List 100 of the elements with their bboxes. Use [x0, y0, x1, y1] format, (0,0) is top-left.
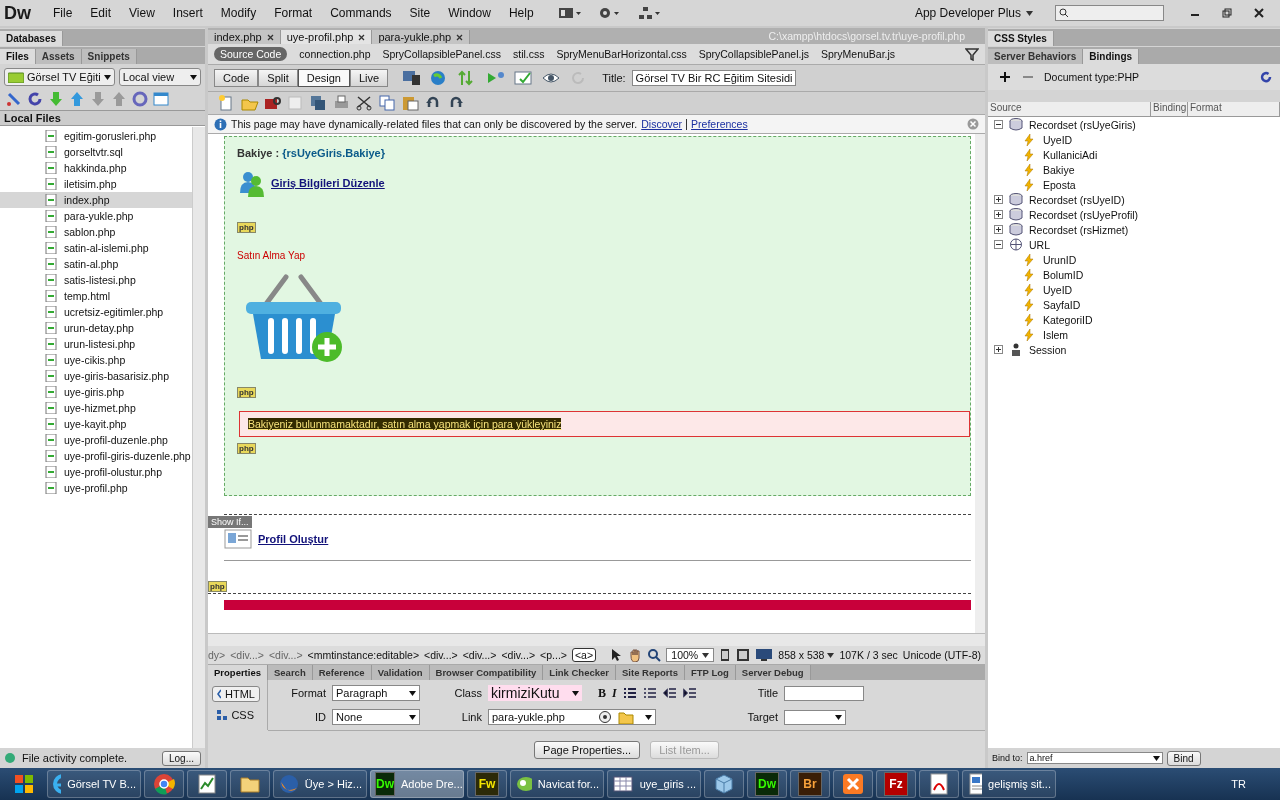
tag-selector-item[interactable]: <p...> [540, 649, 567, 661]
tree-row[interactable]: urun-detay.php [0, 320, 192, 336]
taskbar-button[interactable]: Fz [876, 770, 916, 798]
taskbar-button[interactable]: Navicat for... [510, 770, 604, 798]
binding-item[interactable]: Eposta [1043, 178, 1076, 191]
tree-row[interactable]: iletisim.php [0, 176, 192, 192]
bind-to-dropdown[interactable]: a.href [1026, 752, 1163, 764]
tree-row[interactable]: egitim-gorusleri.php [0, 128, 192, 144]
tree-row[interactable]: satis-listesi.php [0, 272, 192, 288]
tree-row[interactable]: uye-giris-basarisiz.php [0, 368, 192, 384]
tree-row[interactable]: hakkinda.php [0, 160, 192, 176]
hand-icon[interactable] [628, 648, 643, 662]
menu-item[interactable]: Commands [322, 6, 400, 20]
tree-row[interactable]: uye-profil-duzenle.php [0, 432, 192, 448]
numbered-list-icon[interactable] [642, 687, 657, 699]
bind-button[interactable]: Bind [1166, 750, 1201, 766]
title-field[interactable]: Görsel TV Bir RC Eğitim Sitesidi [631, 70, 797, 86]
taskbar-button[interactable]: Dw Adobe Dre... [370, 770, 464, 798]
plus-icon[interactable] [1000, 71, 1012, 83]
taskbar-button[interactable] [833, 770, 873, 798]
taskbar-button[interactable] [704, 770, 744, 798]
tag-selector-item[interactable]: <mmtinstance:editable> [307, 649, 420, 661]
gear-icon[interactable] [597, 6, 622, 20]
tree-row[interactable]: sablon.php [0, 224, 192, 240]
info-link[interactable]: Preferences [691, 118, 748, 130]
language-indicator[interactable]: TR [1231, 778, 1276, 790]
copy-icon[interactable] [379, 95, 397, 111]
save-all-icon[interactable] [310, 95, 328, 111]
refresh-icon[interactable] [27, 91, 43, 107]
site-dropdown[interactable]: Görsel TV Eğiti [4, 68, 115, 86]
panel-tab[interactable]: Validation [371, 665, 430, 680]
menu-item[interactable]: File [45, 6, 81, 20]
expander-icon[interactable] [994, 195, 1003, 204]
tree-row[interactable]: urun-listesi.php [0, 336, 192, 352]
expander-icon[interactable] [994, 210, 1003, 219]
tablet-icon[interactable] [736, 648, 751, 662]
tree-row[interactable]: para-yukle.php [0, 208, 192, 224]
menu-item[interactable]: Help [500, 6, 542, 20]
outdent-icon[interactable] [662, 687, 677, 699]
indent-icon[interactable] [682, 687, 697, 699]
menu-item[interactable]: Insert [164, 6, 211, 20]
check-in-icon[interactable] [111, 91, 127, 107]
related-file-link[interactable]: SpryMenuBar.js [820, 48, 896, 60]
binding-item[interactable]: BolumID [1043, 268, 1084, 281]
panel-tab[interactable]: Properties [208, 665, 268, 680]
menu-item[interactable]: Edit [82, 6, 120, 20]
column-header[interactable]: Binding [1151, 102, 1188, 116]
format-dropdown[interactable]: Paragraph [332, 685, 420, 701]
title-input[interactable] [784, 685, 864, 701]
menu-item[interactable]: Site [401, 6, 439, 20]
related-file-link[interactable]: connection.php [299, 48, 371, 60]
tree-row[interactable]: uye-hizmet.php [0, 400, 192, 416]
tree-row[interactable]: uye-kayit.php [0, 416, 192, 432]
related-file-link[interactable]: SpryMenuBarHorizontal.css [556, 48, 687, 60]
binding-item[interactable]: KullaniciAdi [1043, 148, 1098, 161]
css-button[interactable]: CSS [212, 708, 258, 722]
close-icon[interactable] [266, 33, 274, 41]
italic-button[interactable]: I [612, 685, 617, 701]
binding-item[interactable]: Session [1029, 343, 1067, 356]
taskbar-button[interactable]: gelişmiş sit... [962, 770, 1056, 798]
check-out-icon[interactable] [90, 91, 106, 107]
expander-icon[interactable] [994, 225, 1003, 234]
binding-item[interactable]: Recordset (rsUyeGiris) [1029, 118, 1136, 131]
expander-icon[interactable] [994, 345, 1003, 354]
browse-icon[interactable] [264, 95, 282, 111]
site-icon[interactable] [637, 6, 662, 20]
binding-item[interactable]: UyeID [1043, 283, 1073, 296]
view-button[interactable]: Code [214, 69, 259, 87]
related-file-link[interactable]: stil.css [513, 48, 545, 60]
connect-icon[interactable] [6, 91, 22, 107]
class-dropdown[interactable]: kirmiziKutu [488, 685, 582, 701]
tree-row[interactable]: ucretsiz-egitimler.php [0, 304, 192, 320]
panel-tab[interactable]: CSS Styles [988, 31, 1054, 46]
binding-item[interactable]: Recordset (rsUyeProfil) [1029, 208, 1139, 221]
binding-item[interactable]: URL [1029, 238, 1050, 251]
binding-item[interactable]: Recordset (rsHizmet) [1029, 223, 1129, 236]
bullet-list-icon[interactable] [622, 687, 637, 699]
expander-icon[interactable] [994, 120, 1003, 129]
panel-tab[interactable]: Reference [312, 665, 372, 680]
panel-tab[interactable]: Files [0, 49, 36, 64]
zoom-dropdown[interactable]: 100% [666, 648, 715, 662]
menu-item[interactable]: Modify [212, 6, 265, 20]
related-file-link[interactable]: SpryCollapsiblePanel.css [382, 48, 501, 60]
panel-tab[interactable]: Snippets [81, 49, 137, 64]
layout-icon[interactable] [557, 6, 582, 20]
binding-item[interactable]: Recordset (rsUyeID) [1029, 193, 1125, 206]
taskbar-button[interactable]: Üye > Hiz... [273, 770, 367, 798]
view-button[interactable]: Live [349, 69, 389, 87]
phone-icon[interactable] [719, 648, 732, 662]
tree-row[interactable]: satin-al.php [0, 256, 192, 272]
column-header[interactable]: Source [988, 102, 1151, 116]
panel-tab[interactable]: Server Debug [735, 665, 811, 680]
panel-tab[interactable]: FTP Log [685, 665, 736, 680]
view-button[interactable]: Design [297, 69, 350, 87]
tree-row[interactable]: temp.html [0, 288, 192, 304]
menu-item[interactable]: Format [266, 6, 321, 20]
close-icon[interactable] [358, 33, 366, 41]
tag-selector-item[interactable]: dy> [208, 649, 226, 661]
panel-tab[interactable]: Assets [35, 49, 82, 64]
taskbar-button[interactable] [230, 770, 270, 798]
